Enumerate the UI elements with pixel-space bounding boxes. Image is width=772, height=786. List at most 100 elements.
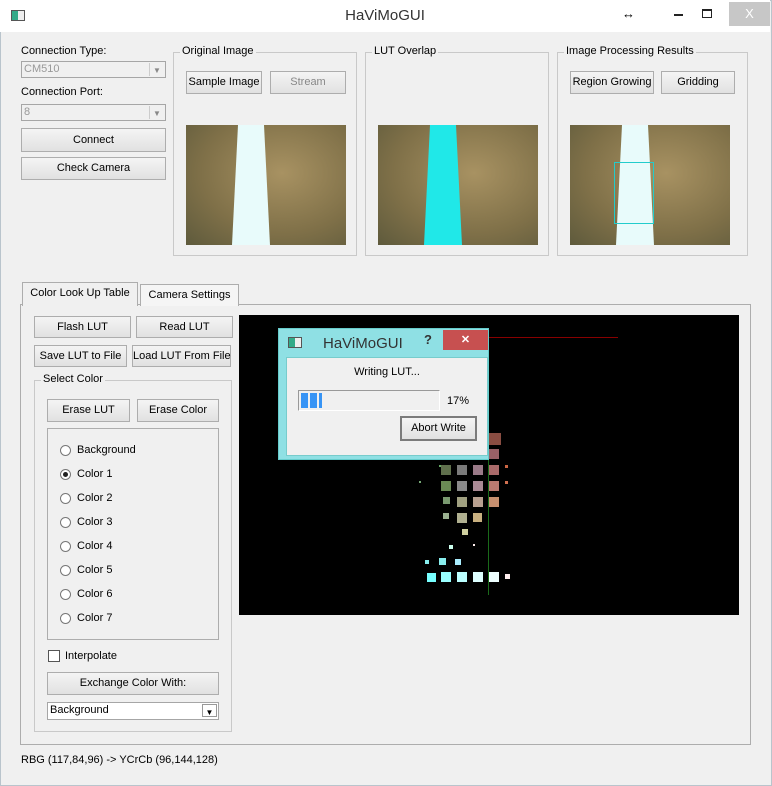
radio-button[interactable] (60, 468, 71, 480)
close-button[interactable]: X (729, 2, 770, 26)
stream-button[interactable]: Stream (270, 71, 346, 94)
lut-color-cell (455, 559, 461, 565)
lut-color-cell (419, 481, 421, 483)
lut-overlap-label: LUT Overlap (372, 45, 439, 57)
chevron-down-icon: ▼ (149, 106, 164, 119)
lut-color-cell (443, 497, 450, 504)
original-image (186, 125, 346, 245)
dialog-message: Writing LUT... (354, 366, 420, 378)
lut-color-cell (441, 465, 451, 475)
title-bar: HaViMoGUI ↔ X (0, 0, 770, 32)
status-text: RBG (117,84,96) -> YCrCb (96,144,128) (21, 754, 218, 766)
gridding-button[interactable]: Gridding (661, 71, 735, 94)
help-button[interactable]: ? (424, 332, 432, 347)
lut-color-cell (505, 465, 508, 468)
radio-button[interactable] (60, 444, 71, 456)
app-icon (288, 337, 302, 348)
lut-color-cell (441, 572, 451, 582)
lut-color-cell (473, 544, 475, 546)
sample-image-button[interactable]: Sample Image (186, 71, 262, 94)
interpolate-label: Interpolate (65, 650, 117, 662)
tab-color-look-up-table[interactable]: Color Look Up Table (22, 282, 138, 306)
maximize-button[interactable] (702, 9, 712, 18)
lut-color-cell (439, 465, 441, 467)
lut-overlap-image (378, 125, 538, 245)
select-color-label: Select Color (41, 373, 105, 385)
progress-fill (301, 393, 323, 408)
radio-color-option[interactable]: Color 3 (60, 515, 112, 529)
progress-percent: 17% (447, 395, 470, 407)
progress-bar (298, 390, 440, 411)
region-growing-button[interactable]: Region Growing (570, 71, 654, 94)
interpolate-checkbox[interactable] (48, 650, 60, 662)
radio-label: Color 4 (77, 540, 113, 552)
minimize-button[interactable] (674, 14, 683, 16)
exchange-color-select[interactable]: Background ▼ (47, 702, 219, 720)
image-processing-results-label: Image Processing Results (564, 45, 696, 57)
window-title: HaViMoGUI (345, 7, 425, 24)
connect-button[interactable]: Connect (21, 128, 166, 152)
abort-write-button[interactable]: Abort Write (400, 416, 477, 441)
radio-button[interactable] (60, 564, 71, 576)
radio-color-option[interactable]: Color 1 (60, 467, 112, 481)
radio-color-option[interactable]: Color 2 (60, 491, 112, 505)
radio-label: Background (77, 444, 136, 456)
radio-color-option[interactable]: Color 7 (60, 611, 112, 625)
radio-label: Color 2 (77, 492, 113, 504)
resize-icon[interactable]: ↔ (622, 6, 635, 21)
save-lut-button[interactable]: Save LUT to File (34, 345, 127, 367)
lut-color-cell (439, 558, 446, 565)
chevron-down-icon: ▼ (149, 63, 164, 76)
erase-color-button[interactable]: Erase Color (137, 399, 219, 422)
radio-button[interactable] (60, 612, 71, 624)
radio-button[interactable] (60, 588, 71, 600)
results-image (570, 125, 730, 245)
lut-color-cell (457, 465, 467, 475)
lut-color-cell (457, 497, 467, 507)
radio-button[interactable] (60, 516, 71, 528)
lut-color-cell (505, 481, 508, 484)
progress-dialog: HaViMoGUI ? ✕ Writing LUT... 17% Abort W… (278, 328, 489, 460)
radio-color-option[interactable]: Color 4 (60, 539, 112, 553)
flash-lut-button[interactable]: Flash LUT (34, 316, 131, 338)
load-lut-button[interactable]: Load LUT From File (132, 345, 231, 367)
original-image-label: Original Image (180, 45, 256, 57)
connection-type-value: CM510 (24, 63, 60, 75)
radio-label: Color 6 (77, 588, 113, 600)
radio-label: Color 3 (77, 516, 113, 528)
check-camera-button[interactable]: Check Camera (21, 157, 166, 180)
lut-color-cell (489, 481, 499, 491)
lut-color-cell (473, 465, 483, 475)
connection-type-select[interactable]: CM510 ▼ (21, 61, 166, 78)
exchange-color-button[interactable]: Exchange Color With: (47, 672, 219, 695)
lut-color-cell (489, 465, 499, 475)
erase-lut-button[interactable]: Erase LUT (47, 399, 130, 422)
dialog-title: HaViMoGUI (323, 335, 403, 352)
radio-color-option[interactable]: Color 5 (60, 563, 112, 577)
radio-label: Color 7 (77, 612, 113, 624)
lut-color-cell (427, 573, 436, 582)
connection-port-label: Connection Port: (21, 86, 103, 98)
dialog-body: Writing LUT... 17% Abort Write (286, 357, 488, 456)
region-box (614, 162, 654, 224)
dialog-close-button[interactable]: ✕ (443, 330, 488, 350)
connection-port-value: 8 (24, 106, 31, 118)
lut-color-cell (489, 497, 499, 507)
read-lut-button[interactable]: Read LUT (136, 316, 233, 338)
lut-color-cell (473, 513, 482, 522)
lut-color-cell (473, 481, 483, 491)
radio-label: Color 5 (77, 564, 113, 576)
lut-color-cell (457, 481, 467, 491)
lut-color-cell (489, 572, 499, 582)
lut-color-cell (457, 572, 467, 582)
radio-button[interactable] (60, 540, 71, 552)
lut-color-cell (489, 433, 501, 445)
radio-color-option[interactable]: Color 6 (60, 587, 112, 601)
tab-camera-settings[interactable]: Camera Settings (140, 284, 239, 306)
radio-button[interactable] (60, 492, 71, 504)
connection-port-select[interactable]: 8 ▼ (21, 104, 166, 121)
color-radio-group (47, 428, 219, 640)
axis-line-red (488, 337, 618, 338)
radio-color-option[interactable]: Background (60, 443, 136, 457)
lut-color-cell (473, 497, 483, 507)
